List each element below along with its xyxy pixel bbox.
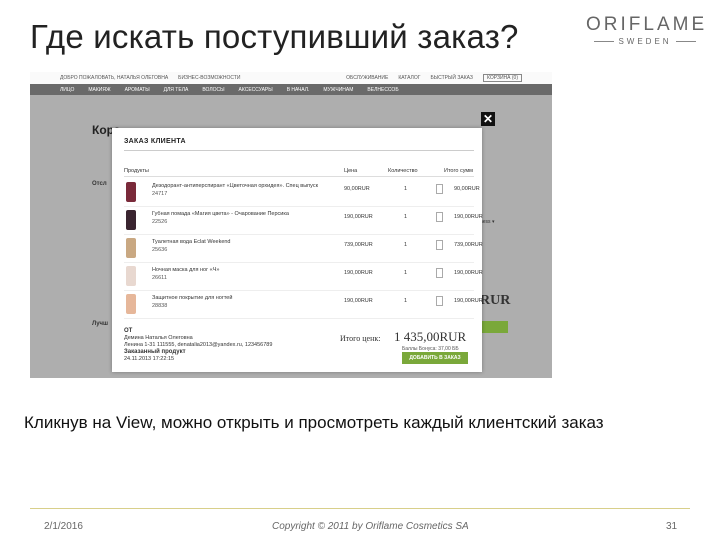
col-header-total: Итого сумм (444, 168, 473, 174)
row-divider (124, 318, 474, 319)
row-divider (124, 206, 474, 207)
slide-title: Где искать поступивший заказ? (30, 18, 519, 55)
row-divider (124, 262, 474, 263)
modal-title: ЗАКАЗ КЛИЕНТА (124, 138, 186, 145)
table-row: Дезодорант-антиперспирант «Цветочная орх… (124, 180, 480, 206)
footer-copyright: Copyright © 2011 by Oriflame Cosmetics S… (272, 521, 469, 532)
product-code: 28838 (152, 303, 168, 309)
logo-line-left (594, 41, 615, 42)
divider (124, 176, 474, 177)
product-thumbnail (126, 294, 136, 314)
oriflame-logo: ORIFLAME SWEDEN (586, 14, 704, 46)
add-to-order-button[interactable]: ДОБАВИТЬ В ЗАКАЗ (402, 352, 468, 364)
product-total: 190,00RUR (454, 270, 483, 276)
product-name: Дезодорант-антиперспирант «Цветочная орх… (152, 183, 318, 189)
side-label: Отсл (92, 181, 107, 187)
topnav-item[interactable]: БИЗНЕС-ВОЗМОЖНОСТИ (178, 75, 240, 81)
from-address: Ленина 1-31 111555, denatalia2013@yandex… (124, 342, 273, 348)
divider (124, 150, 474, 151)
category-item[interactable]: МУЖЧИНАМ (323, 87, 353, 93)
site-topnav: ДОБРО ПОЖАЛОВАТЬ, НАТАЛЬЯ ОЛЕГОВНА БИЗНЕ… (30, 72, 552, 84)
checkout-button-ghost[interactable] (480, 321, 508, 333)
row-divider (124, 290, 474, 291)
footer-page-number: 31 (666, 521, 678, 532)
cart-total-ghost: RUR (480, 293, 511, 308)
order-status: Заказанный продукт (124, 349, 186, 355)
logo-word: ORIFLAME (586, 14, 708, 35)
category-item[interactable]: В НАЧАЛ. (287, 87, 310, 93)
product-qty: 1 (404, 186, 408, 192)
col-header-price: Цена (344, 168, 358, 174)
product-price: 190,00RUR (344, 270, 373, 276)
table-row: Защитное покрытие для ногтей 28838 190,00R… (124, 292, 483, 318)
category-item[interactable]: МАКИЯЖ (88, 87, 110, 93)
product-qty: 1 (404, 298, 408, 304)
category-item[interactable]: ДЛЯ ТЕЛА (164, 87, 189, 93)
category-item[interactable]: АКСЕССУАРЫ (239, 87, 273, 93)
client-order-modal: ЗАКАЗ КЛИЕНТА Продукты Цена Количество И… (112, 128, 483, 372)
product-code: 24717 (152, 191, 168, 197)
product-code: 22526 (152, 219, 168, 225)
product-name: Защитное покрытие для ногтей (152, 295, 233, 301)
col-header-product: Продукты (124, 168, 149, 174)
product-price: 190,00RUR (344, 214, 373, 220)
from-name: Демина Наталья Олеговна (124, 335, 193, 341)
category-item[interactable]: ВЕЛНЕССОБ (367, 87, 398, 93)
product-total: 90,00RUR (454, 186, 480, 192)
table-row: Губная помада «Магия цвета» - Очарование… (124, 208, 483, 234)
row-checkbox[interactable] (436, 268, 443, 278)
order-total-label: Итого ценк: (340, 334, 381, 343)
product-name: Туалетная вода Eclat Weekend (152, 239, 231, 245)
row-checkbox[interactable] (436, 296, 443, 306)
product-thumbnail (126, 182, 136, 202)
from-label: ОТ (124, 328, 133, 334)
order-from: ОТ Демина Наталья Олеговна Ленина 1-31 1… (124, 328, 272, 363)
col-header-qty: Количество (388, 168, 418, 174)
product-price: 90,00RUR (344, 186, 370, 192)
table-row: Ночная маска для ног «Ч» 26611 190,00RUR 1 1… (124, 264, 483, 290)
product-thumbnail (126, 266, 136, 286)
footer-divider (30, 508, 690, 509)
topnav-item[interactable]: ДОБРО ПОЖАЛОВАТЬ, НАТАЛЬЯ ОЛЕГОВНА (60, 75, 168, 81)
product-name: Губная помада «Магия цвета» - Очарование… (152, 211, 289, 217)
product-price: 739,00RUR (344, 242, 373, 248)
row-checkbox[interactable] (436, 184, 443, 194)
category-item[interactable]: ВОЛОСЫ (202, 87, 224, 93)
row-checkbox[interactable] (436, 240, 443, 250)
cart-button[interactable]: КОРЗИНА (0) (482, 74, 522, 82)
site-category-nav: ЛИЦО МАКИЯЖ АРОМАТЫ ДЛЯ ТЕЛА ВОЛОСЫ АКСЕ… (30, 84, 552, 95)
footer-date: 2/1/2016 (44, 521, 83, 532)
topnav-item[interactable]: ОБСЛУЖИВАНИЕ (346, 75, 388, 81)
product-qty: 1 (404, 270, 408, 276)
product-price: 190,00RUR (344, 298, 373, 304)
logo-line-right (675, 41, 696, 42)
product-qty: 1 (404, 214, 408, 220)
table-row: Туалетная вода Eclat Weekend 25636 739,00R… (124, 236, 483, 262)
category-item[interactable]: АРОМАТЫ (125, 87, 150, 93)
row-divider (124, 234, 474, 235)
logo-sub: SWEDEN (618, 37, 672, 46)
topnav-item[interactable]: КАТАЛОГ (398, 75, 420, 81)
product-code: 25636 (152, 247, 168, 253)
order-date: 24.11.2013 17:22:15 (124, 356, 175, 362)
topnav-item[interactable]: БЫСТРЫЙ ЗАКАЗ (430, 75, 473, 81)
product-thumbnail (126, 238, 136, 258)
side-label: Лучш (92, 321, 109, 327)
product-total: 739,00RUR (454, 242, 483, 248)
slide-caption: Кликнув на View, можно открыть и просмот… (24, 413, 604, 432)
order-total-value: 1 435,00RUR (394, 329, 467, 344)
category-item[interactable]: ЛИЦО (60, 87, 74, 93)
product-qty: 1 (404, 242, 408, 248)
embedded-screenshot: ДОБРО ПОЖАЛОВАТЬ, НАТАЛЬЯ ОЛЕГОВНА БИЗНЕ… (30, 72, 552, 378)
product-total: 190,00RUR (454, 298, 483, 304)
product-code: 26611 (152, 275, 167, 281)
row-checkbox[interactable] (436, 212, 443, 222)
product-name: Ночная маска для ног «Ч» (152, 267, 220, 273)
close-icon[interactable]: ✕ (481, 112, 495, 126)
product-total: 190,00RUR (454, 214, 483, 220)
product-thumbnail (126, 210, 136, 230)
